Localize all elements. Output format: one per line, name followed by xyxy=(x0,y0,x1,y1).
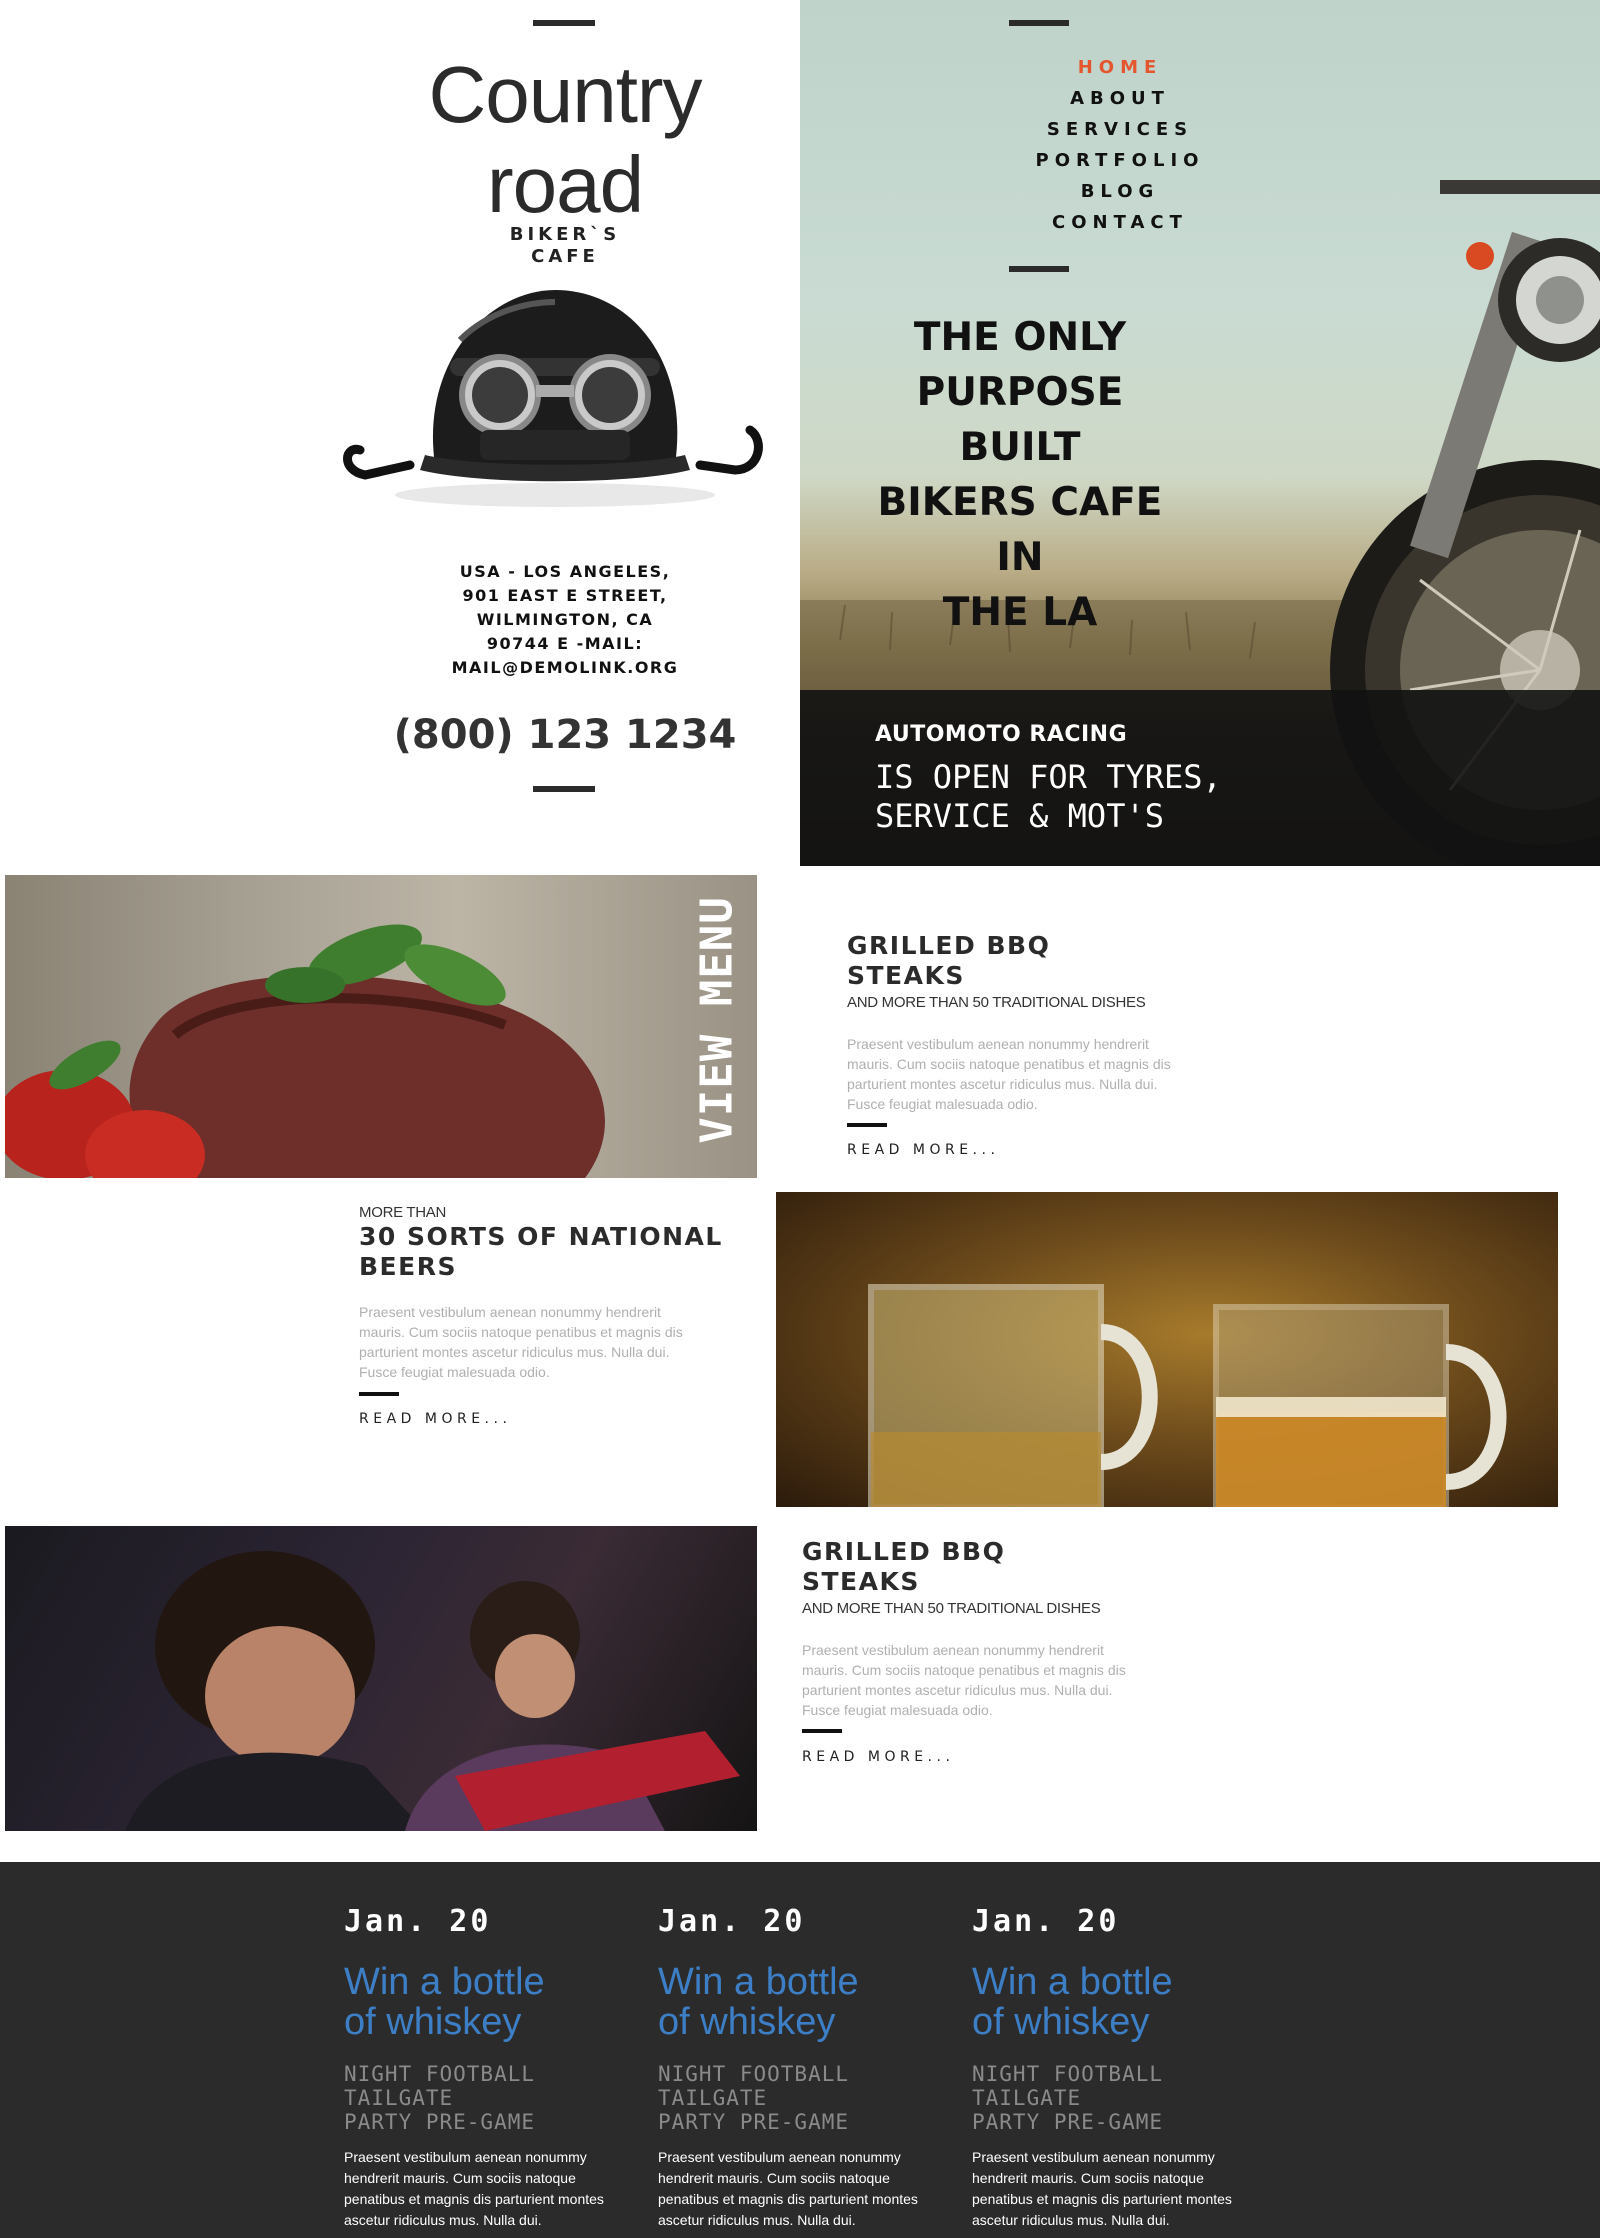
nav-bottom-divider xyxy=(1009,266,1069,272)
description-line: Fusce feugiat malesuada odio. xyxy=(802,1702,993,1718)
event-caption: NIGHT FOOTBALL TAILGATE PARTY PRE-GAME xyxy=(658,2062,849,2134)
people-illustration xyxy=(125,1551,740,1831)
logo-name-line2[interactable]: road xyxy=(380,140,750,230)
band-kicker: AUTOMOTO RACING xyxy=(875,722,1128,747)
address-line: 901 EAST E STREET, xyxy=(462,586,668,605)
address-line: 90744 E -MAIL: xyxy=(486,634,644,653)
description-line: parturient montes ascetur ridiculus mus.… xyxy=(802,1682,1113,1698)
bbq-description: Praesent vestibulum aenean nonummy hendr… xyxy=(802,1640,1126,1720)
event-caption: NIGHT FOOTBALL TAILGATE PARTY PRE-GAME xyxy=(344,2062,535,2134)
event-date: Jan. 20 xyxy=(972,1904,1120,1939)
hero-banner: HOME ABOUT SERVICES PORTFOLIO BLOG CONTA… xyxy=(800,0,1600,866)
steaks-divider xyxy=(847,1123,887,1127)
logo-tagline-line2: CAFE xyxy=(531,246,599,267)
steak-photo[interactable]: VIEW MENU xyxy=(5,875,757,1178)
steaks-title-line1: GRILLED BBQ xyxy=(847,931,1051,960)
event-caption-line: TAILGATE xyxy=(344,2086,454,2110)
beers-title-line2: BEERS xyxy=(359,1252,457,1281)
hero-headline-line: THE ONLY xyxy=(913,315,1127,360)
email-link[interactable]: MAIL@DEMOLINK.ORG xyxy=(380,656,750,680)
description-line: mauris. Cum sociis natoque penatibus et … xyxy=(847,1056,1171,1072)
event-caption-line: TAILGATE xyxy=(972,2086,1082,2110)
bbq-read-more-link[interactable]: READ MORE... xyxy=(802,1749,954,1765)
event-title-link[interactable]: Win a bottle of whiskey xyxy=(658,1962,859,2042)
beers-read-more-link[interactable]: READ MORE... xyxy=(359,1411,511,1427)
nav-top-divider xyxy=(1009,20,1069,26)
event-description: Praesent vestibulum aenean nonummy hendr… xyxy=(972,2149,1232,2228)
event-title-line[interactable]: Win a bottle xyxy=(344,1962,545,2002)
event-date: Jan. 20 xyxy=(658,1904,806,1939)
event-caption-line: NIGHT FOOTBALL xyxy=(972,2062,1164,2086)
event-caption-line: TAILGATE xyxy=(658,2086,768,2110)
hero-headline-line: PURPOSE BUILT xyxy=(916,370,1124,470)
event-title-link[interactable]: Win a bottle of whiskey xyxy=(972,1962,1173,2042)
event-title-line[interactable]: Win a bottle xyxy=(658,1962,859,2002)
logo-name-line1[interactable]: Country xyxy=(380,50,750,140)
event-caption-line: PARTY PRE-GAME xyxy=(658,2110,850,2134)
beer-mugs-illustration xyxy=(868,1284,1507,1507)
address-line: USA - LOS ANGELES, xyxy=(459,562,671,581)
nav-item-services[interactable]: SERVICES xyxy=(940,114,1300,145)
hero-headline-line: BIKERS CAFE IN xyxy=(877,480,1163,580)
event-title-line[interactable]: of whiskey xyxy=(658,2002,859,2042)
contact-bottom-divider xyxy=(533,786,595,792)
event-caption: NIGHT FOOTBALL TAILGATE PARTY PRE-GAME xyxy=(972,2062,1163,2134)
band-headline: IS OPEN FOR TYRES, SERVICE & MOT'S xyxy=(875,758,1222,836)
nav-item-portfolio[interactable]: PORTFOLIO xyxy=(940,145,1300,176)
description-line: Praesent vestibulum aenean nonummy hendr… xyxy=(802,1642,1104,1658)
event-caption-line: NIGHT FOOTBALL xyxy=(658,2062,850,2086)
view-menu-label[interactable]: VIEW MENU xyxy=(692,896,743,1143)
hero-announcement-band: AUTOMOTO RACING IS OPEN FOR TYRES, SERVI… xyxy=(800,690,1600,866)
description-line: mauris. Cum sociis natoque penatibus et … xyxy=(359,1324,683,1340)
description-line: Fusce feugiat malesuada odio. xyxy=(847,1096,1038,1112)
nav-item-blog[interactable]: BLOG xyxy=(940,176,1300,207)
beer-photo[interactable] xyxy=(776,1192,1558,1507)
hero-headline: THE ONLY PURPOSE BUILT BIKERS CAFE IN TH… xyxy=(850,310,1190,640)
steak-illustration xyxy=(5,924,606,1178)
event-title-link[interactable]: Win a bottle of whiskey xyxy=(344,1962,545,2042)
beers-divider xyxy=(359,1392,399,1396)
beers-description: Praesent vestibulum aenean nonummy hendr… xyxy=(359,1302,683,1382)
description-line: parturient montes ascetur ridiculus mus.… xyxy=(359,1344,670,1360)
people-photo[interactable] xyxy=(5,1526,757,1831)
address-line: WILMINGTON, CA xyxy=(476,610,654,629)
beers-title-line1: 30 SORTS OF NATIONAL xyxy=(359,1222,723,1251)
event-date: Jan. 20 xyxy=(344,1904,492,1939)
steaks-description: Praesent vestibulum aenean nonummy hendr… xyxy=(847,1034,1171,1114)
main-nav: HOME ABOUT SERVICES PORTFOLIO BLOG CONTA… xyxy=(940,52,1300,238)
band-headline-line: IS OPEN FOR TYRES, xyxy=(875,758,1222,796)
nav-item-contact[interactable]: CONTACT xyxy=(940,207,1300,238)
event-title-line[interactable]: of whiskey xyxy=(344,2002,545,2042)
bbq-title-line1: GRILLED BBQ xyxy=(802,1537,1006,1566)
event-caption-line: NIGHT FOOTBALL xyxy=(344,2062,536,2086)
steaks-subtitle: AND MORE THAN 50 TRADITIONAL DISHES xyxy=(847,994,1146,1011)
steaks-read-more-link[interactable]: READ MORE... xyxy=(847,1142,999,1158)
bbq-title-line2: STEAKS xyxy=(802,1567,920,1596)
event-description: Praesent vestibulum aenean nonummy hendr… xyxy=(344,2149,604,2228)
event-description: Praesent vestibulum aenean nonummy hendr… xyxy=(658,2149,918,2228)
logo-top-divider xyxy=(533,20,595,26)
beers-kicker: MORE THAN xyxy=(359,1204,447,1221)
event-title-line[interactable]: of whiskey xyxy=(972,2002,1173,2042)
description-line: mauris. Cum sociis natoque penatibus et … xyxy=(802,1662,1126,1678)
description-line: Praesent vestibulum aenean nonummy hendr… xyxy=(359,1304,661,1320)
contact-address: USA - LOS ANGELES, 901 EAST E STREET, WI… xyxy=(380,560,750,680)
description-line: Praesent vestibulum aenean nonummy hendr… xyxy=(847,1036,1149,1052)
description-line: Fusce feugiat malesuada odio. xyxy=(359,1364,550,1380)
helmet-logo-image xyxy=(343,290,763,507)
logo-tagline-line1: BIKER`S xyxy=(509,224,621,245)
description-line: parturient montes ascetur ridiculus mus.… xyxy=(847,1076,1158,1092)
phone-number[interactable]: (800) 123 1234 xyxy=(380,712,750,758)
bbq-subtitle: AND MORE THAN 50 TRADITIONAL DISHES xyxy=(802,1600,1101,1617)
steaks-title-line2: STEAKS xyxy=(847,961,965,990)
bbq-divider xyxy=(802,1729,842,1733)
hero-headline-line: THE LA xyxy=(942,590,1098,635)
event-title-line[interactable]: Win a bottle xyxy=(972,1962,1173,2002)
events-footer: Jan. 20 Win a bottle of whiskey NIGHT FO… xyxy=(0,1862,1600,2238)
event-caption-line: PARTY PRE-GAME xyxy=(972,2110,1164,2134)
band-headline-line: SERVICE & MOT'S xyxy=(875,797,1164,835)
nav-item-about[interactable]: ABOUT xyxy=(940,83,1300,114)
event-caption-line: PARTY PRE-GAME xyxy=(344,2110,536,2134)
nav-item-home[interactable]: HOME xyxy=(940,52,1300,83)
